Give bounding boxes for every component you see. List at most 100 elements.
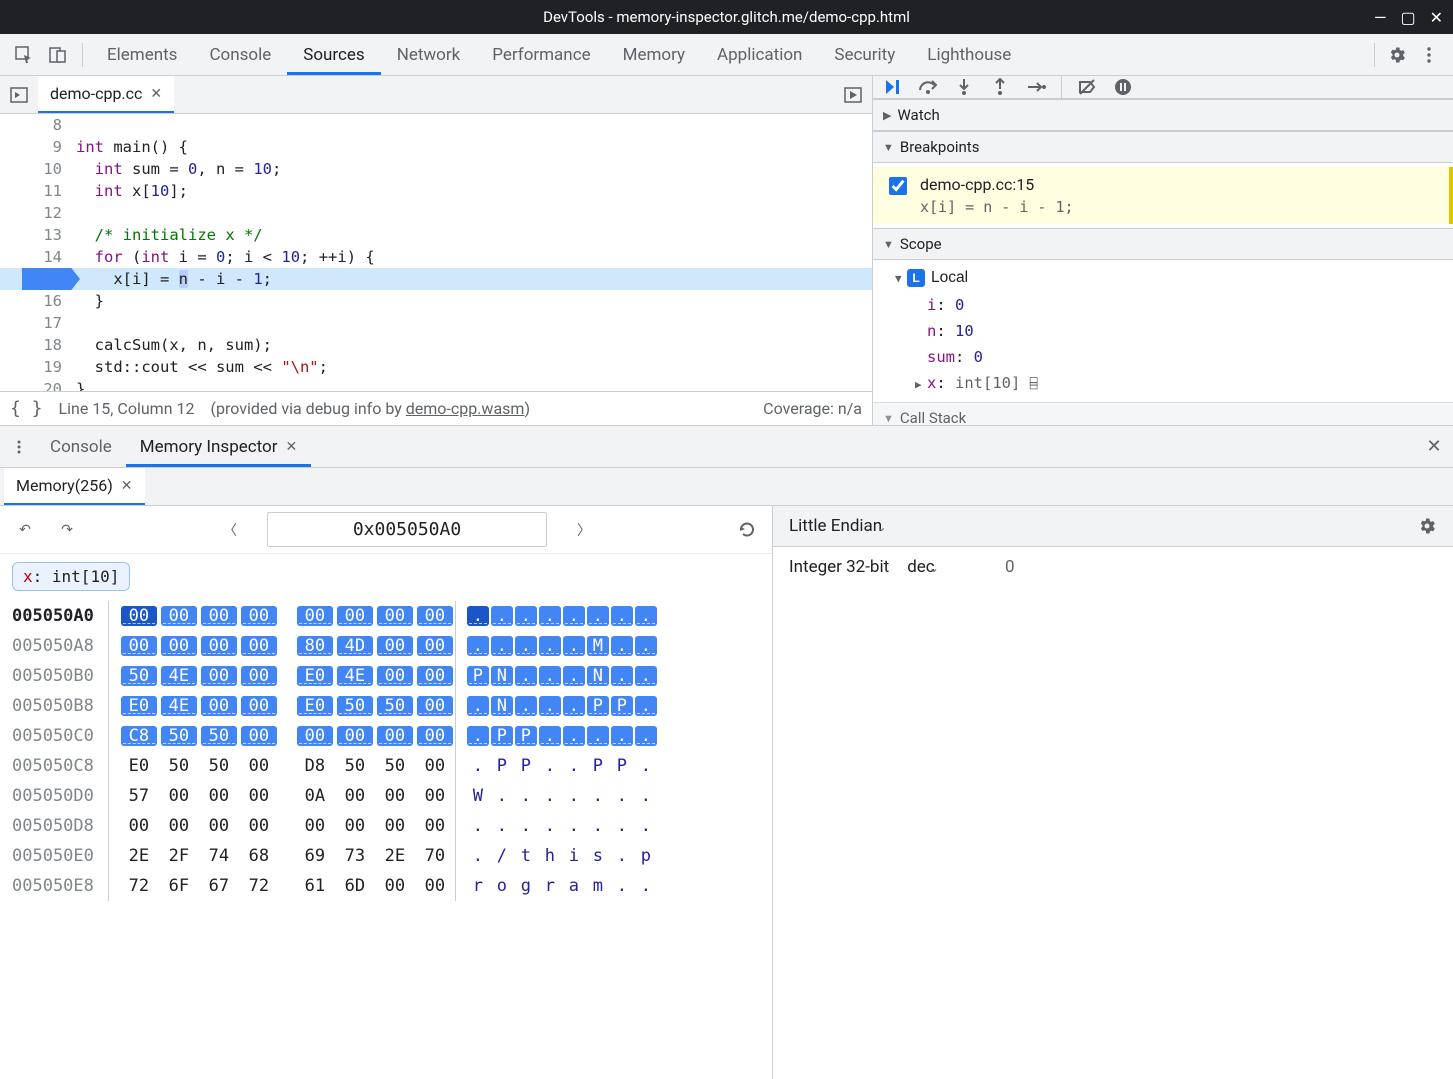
hex-byte[interactable]: 50 bbox=[201, 726, 237, 746]
ascii-byte[interactable]: . bbox=[635, 666, 657, 686]
hex-byte[interactable]: C8 bbox=[121, 726, 157, 746]
hex-byte[interactable]: 00 bbox=[241, 816, 277, 836]
hex-byte[interactable]: 80 bbox=[297, 636, 333, 656]
ascii-byte[interactable]: . bbox=[491, 636, 513, 656]
hex-byte[interactable]: 6D bbox=[337, 876, 373, 896]
hex-byte[interactable]: 4E bbox=[161, 666, 197, 686]
hex-byte[interactable]: 50 bbox=[121, 666, 157, 686]
settings-icon[interactable] bbox=[1381, 39, 1413, 71]
hex-byte[interactable]: 00 bbox=[417, 666, 453, 686]
hex-byte[interactable]: 00 bbox=[201, 696, 237, 716]
hex-byte[interactable]: 50 bbox=[161, 726, 197, 746]
hex-byte[interactable]: 00 bbox=[337, 726, 373, 746]
step-into-icon[interactable] bbox=[953, 76, 975, 98]
pause-on-exceptions-icon[interactable] bbox=[1112, 76, 1134, 98]
ascii-byte[interactable]: . bbox=[515, 606, 537, 626]
ascii-byte[interactable]: . bbox=[611, 786, 633, 806]
hex-byte[interactable]: 00 bbox=[417, 696, 453, 716]
code-line[interactable]: 14 for (int i = 0; i < 10; ++i) { bbox=[0, 246, 872, 268]
minimize-icon[interactable]: — bbox=[1374, 8, 1387, 27]
hex-byte[interactable]: 00 bbox=[377, 666, 413, 686]
ascii-byte[interactable]: . bbox=[539, 636, 561, 656]
ascii-byte[interactable]: o bbox=[491, 876, 513, 896]
tab-sources[interactable]: Sources bbox=[287, 34, 380, 75]
code-line[interactable]: 12 bbox=[0, 202, 872, 224]
ascii-byte[interactable]: . bbox=[611, 846, 633, 866]
hex-byte[interactable]: 00 bbox=[121, 636, 157, 656]
ascii-byte[interactable]: . bbox=[563, 786, 585, 806]
scope-var[interactable]: n: 10 bbox=[883, 318, 1443, 344]
ascii-byte[interactable]: . bbox=[611, 876, 633, 896]
breakpoint-item[interactable]: demo-cpp.cc:15 x[i] = n - i - 1; bbox=[873, 167, 1453, 224]
tab-security[interactable]: Security bbox=[818, 34, 911, 75]
code-line[interactable]: 9int main() { bbox=[0, 136, 872, 158]
hex-byte[interactable]: 67 bbox=[201, 876, 237, 896]
ascii-byte[interactable]: . bbox=[635, 816, 657, 836]
refresh-icon[interactable] bbox=[734, 517, 760, 543]
scope-header[interactable]: ▼ Scope bbox=[873, 228, 1453, 260]
tab-performance[interactable]: Performance bbox=[476, 34, 606, 75]
ascii-byte[interactable]: M bbox=[587, 636, 609, 656]
hex-byte[interactable]: 50 bbox=[201, 756, 237, 776]
tab-network[interactable]: Network bbox=[381, 34, 477, 75]
code-line[interactable]: 17 bbox=[0, 312, 872, 334]
ascii-byte[interactable]: . bbox=[539, 696, 561, 716]
ascii-byte[interactable]: . bbox=[635, 786, 657, 806]
hex-byte[interactable]: 00 bbox=[417, 816, 453, 836]
ascii-byte[interactable]: . bbox=[611, 636, 633, 656]
ascii-byte[interactable]: . bbox=[587, 786, 609, 806]
tab-lighthouse[interactable]: Lighthouse bbox=[911, 34, 1027, 75]
more-icon[interactable] bbox=[1413, 39, 1445, 71]
close-drawer-icon[interactable]: ✕ bbox=[1421, 434, 1447, 460]
device-toolbar-icon[interactable] bbox=[42, 39, 74, 71]
hex-byte[interactable]: 00 bbox=[417, 876, 453, 896]
ascii-byte[interactable]: . bbox=[515, 666, 537, 686]
ascii-byte[interactable]: . bbox=[563, 696, 585, 716]
hex-byte[interactable]: 00 bbox=[417, 756, 453, 776]
ascii-byte[interactable]: . bbox=[467, 636, 489, 656]
hex-byte[interactable]: 72 bbox=[241, 876, 277, 896]
ascii-byte[interactable]: . bbox=[611, 726, 633, 746]
code-line[interactable]: 15 x[i] = n - i - 1; bbox=[0, 268, 872, 290]
step-over-icon[interactable] bbox=[917, 76, 939, 98]
ascii-byte[interactable]: h bbox=[539, 846, 561, 866]
ascii-byte[interactable]: . bbox=[635, 726, 657, 746]
ascii-byte[interactable]: P bbox=[611, 756, 633, 776]
hex-byte[interactable]: 50 bbox=[161, 756, 197, 776]
hex-byte[interactable]: 00 bbox=[337, 816, 373, 836]
code-line[interactable]: 18 calcSum(x, n, sum); bbox=[0, 334, 872, 356]
hex-byte[interactable]: 00 bbox=[121, 816, 157, 836]
ascii-byte[interactable]: N bbox=[491, 696, 513, 716]
ascii-byte[interactable]: . bbox=[539, 666, 561, 686]
ascii-byte[interactable]: P bbox=[515, 726, 537, 746]
breakpoints-header[interactable]: ▼ Breakpoints bbox=[873, 131, 1453, 163]
ascii-byte[interactable]: . bbox=[515, 786, 537, 806]
ascii-byte[interactable]: . bbox=[635, 696, 657, 716]
value-format-select[interactable]: dec ⌄ bbox=[907, 557, 939, 577]
hex-byte[interactable]: 00 bbox=[201, 666, 237, 686]
ascii-byte[interactable]: . bbox=[611, 666, 633, 686]
interpreter-settings-icon[interactable] bbox=[1417, 516, 1437, 536]
hex-byte[interactable]: 57 bbox=[121, 786, 157, 806]
ascii-byte[interactable]: . bbox=[539, 606, 561, 626]
ascii-byte[interactable]: . bbox=[515, 636, 537, 656]
ascii-byte[interactable]: . bbox=[539, 786, 561, 806]
ascii-byte[interactable]: . bbox=[467, 726, 489, 746]
hex-byte[interactable]: 00 bbox=[241, 786, 277, 806]
code-line[interactable]: 20} bbox=[0, 378, 872, 391]
hex-byte[interactable]: 0A bbox=[297, 786, 333, 806]
hex-byte[interactable]: 72 bbox=[121, 876, 157, 896]
code-line[interactable]: 10 int sum = 0, n = 10; bbox=[0, 158, 872, 180]
hex-byte[interactable]: 70 bbox=[417, 846, 453, 866]
address-input[interactable]: 0x005050A0 bbox=[267, 512, 547, 547]
ascii-byte[interactable]: . bbox=[467, 816, 489, 836]
tab-memory[interactable]: Memory bbox=[607, 34, 701, 75]
undo-icon[interactable]: ↶ bbox=[12, 517, 38, 543]
ascii-byte[interactable]: r bbox=[467, 876, 489, 896]
code-line[interactable]: 13 /* initialize x */ bbox=[0, 224, 872, 246]
code-editor[interactable]: 8 9int main() {10 int sum = 0, n = 10;11… bbox=[0, 114, 872, 391]
hex-byte[interactable]: 00 bbox=[241, 756, 277, 776]
hex-byte[interactable]: 4D bbox=[337, 636, 373, 656]
ascii-byte[interactable]: P bbox=[467, 666, 489, 686]
ascii-byte[interactable]: . bbox=[587, 606, 609, 626]
